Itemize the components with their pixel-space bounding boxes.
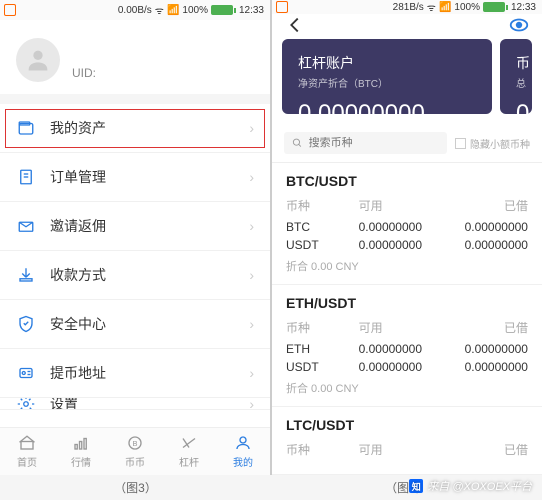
chevron-right-icon: › bbox=[249, 267, 254, 283]
top-bar bbox=[272, 14, 542, 39]
search-input[interactable] bbox=[309, 137, 439, 149]
asset-row: USDT0.000000000.00000000 bbox=[286, 238, 528, 252]
asset-pair: LTC/USDT bbox=[286, 417, 528, 433]
hide-small-toggle[interactable]: 隐藏小额币种 bbox=[455, 136, 530, 151]
invite-icon bbox=[16, 216, 36, 236]
asset-section[interactable]: LTC/USDT 币种可用已借 bbox=[272, 407, 542, 475]
profile-header[interactable]: UID: bbox=[0, 20, 270, 94]
phone-left: 0.00B/s ᯤ 📶 100% 12:33 UID: 我的资产 › 订单管理 bbox=[0, 0, 270, 475]
menu-item-settings[interactable]: 设置 › bbox=[0, 398, 270, 410]
card-subtitle: 净资产折合（BTC） bbox=[298, 75, 476, 90]
asset-header: 币种可用已借 bbox=[286, 441, 528, 458]
asset-row: USDT0.000000000.00000000 bbox=[286, 360, 528, 374]
payment-icon bbox=[16, 265, 36, 285]
asset-section[interactable]: ETH/USDT 币种可用已借 ETH0.000000000.00000000 U… bbox=[272, 285, 542, 407]
divider bbox=[0, 94, 270, 104]
asset-list: BTC/USDT 币种可用已借 BTC0.000000000.00000000 U… bbox=[272, 163, 542, 475]
coin-account-card[interactable]: 币 总 0 bbox=[500, 39, 532, 114]
menu-label: 设置 bbox=[50, 398, 249, 410]
svg-text:B: B bbox=[132, 439, 137, 448]
tab-4[interactable]: 我的 bbox=[216, 428, 270, 475]
profile-uid: UID: bbox=[72, 66, 96, 80]
order-icon bbox=[16, 167, 36, 187]
app-icon bbox=[276, 1, 288, 13]
tab-bar: 首页行情B币币杠杆我的 bbox=[0, 427, 270, 475]
asset-header: 币种可用已借 bbox=[286, 319, 528, 336]
asset-section[interactable]: BTC/USDT 币种可用已借 BTC0.000000000.00000000 U… bbox=[272, 163, 542, 285]
account-cards: 杠杆账户 净资产折合（BTC） 0.00000000 ≈0.00CNY 币 总 … bbox=[272, 39, 542, 124]
card-value: 0.00000000 bbox=[298, 100, 476, 124]
chevron-right-icon: › bbox=[249, 365, 254, 381]
menu-item-wallet[interactable]: 我的资产 › bbox=[0, 104, 270, 153]
leverage-account-card[interactable]: 杠杆账户 净资产折合（BTC） 0.00000000 ≈0.00CNY bbox=[282, 39, 492, 114]
battery-icon bbox=[211, 5, 236, 15]
signal-icon: 📶 bbox=[439, 2, 451, 13]
menu-label: 安全中心 bbox=[50, 314, 249, 334]
menu-label: 收款方式 bbox=[50, 265, 249, 285]
tab-3[interactable]: 杠杆 bbox=[162, 428, 216, 475]
shield-icon bbox=[16, 314, 36, 334]
search-box[interactable] bbox=[284, 132, 447, 154]
asset-fold: 折合 0.00 CNY bbox=[286, 258, 528, 274]
menu-label: 邀请返佣 bbox=[50, 216, 249, 236]
chevron-right-icon: › bbox=[249, 169, 254, 185]
asset-fold: 折合 0.00 CNY bbox=[286, 380, 528, 396]
chevron-right-icon: › bbox=[249, 316, 254, 332]
settings-icon bbox=[16, 398, 36, 410]
wifi-icon: ᯤ bbox=[155, 3, 164, 17]
status-bar: 0.00B/s ᯤ 📶 100% 12:33 bbox=[0, 0, 270, 20]
menu-item-payment[interactable]: 收款方式 › bbox=[0, 251, 270, 300]
zhihu-icon: 知 bbox=[409, 479, 423, 493]
menu-item-shield[interactable]: 安全中心 › bbox=[0, 300, 270, 349]
avatar bbox=[16, 38, 60, 82]
battery-percent: 100% bbox=[454, 2, 480, 13]
card-title: 杠杆账户 bbox=[298, 53, 476, 73]
tab-1[interactable]: 行情 bbox=[54, 428, 108, 475]
search-icon bbox=[292, 137, 303, 149]
phone-right: 281B/s ᯤ 📶 100% 12:33 杠杆账户 净资产折合（BTC） 0.… bbox=[272, 0, 542, 475]
menu-item-order[interactable]: 订单管理 › bbox=[0, 153, 270, 202]
chevron-right-icon: › bbox=[249, 218, 254, 234]
app-icon bbox=[4, 4, 16, 16]
battery-percent: 100% bbox=[182, 5, 208, 16]
tab-0[interactable]: 首页 bbox=[0, 428, 54, 475]
wifi-icon: ᯤ bbox=[427, 0, 436, 14]
asset-row: ETH0.000000000.00000000 bbox=[286, 342, 528, 356]
back-button[interactable] bbox=[284, 14, 306, 39]
asset-row: BTC0.000000000.00000000 bbox=[286, 220, 528, 234]
net-speed: 0.00B/s bbox=[118, 5, 152, 16]
asset-pair: ETH/USDT bbox=[286, 295, 528, 311]
menu-label: 我的资产 bbox=[50, 118, 249, 138]
visibility-toggle[interactable] bbox=[508, 14, 530, 39]
wallet-icon bbox=[16, 118, 36, 138]
menu-label: 提币地址 bbox=[50, 363, 249, 383]
address-icon bbox=[16, 363, 36, 383]
menu-item-invite[interactable]: 邀请返佣 › bbox=[0, 202, 270, 251]
clock: 12:33 bbox=[511, 2, 536, 13]
status-bar: 281B/s ᯤ 📶 100% 12:33 bbox=[272, 0, 542, 14]
battery-icon bbox=[483, 2, 508, 12]
menu-item-address[interactable]: 提币地址 › bbox=[0, 349, 270, 398]
signal-icon: 📶 bbox=[167, 5, 179, 16]
chevron-right-icon: › bbox=[249, 120, 254, 136]
chevron-right-icon: › bbox=[249, 398, 254, 410]
tab-2[interactable]: B币币 bbox=[108, 428, 162, 475]
net-speed: 281B/s bbox=[393, 2, 424, 13]
asset-pair: BTC/USDT bbox=[286, 173, 528, 189]
menu-list: 我的资产 › 订单管理 › 邀请返佣 › 收款方式 › 安全中心 › 提币地址 … bbox=[0, 104, 270, 427]
watermark: 知 来自 @XOXOEX平台 bbox=[409, 478, 532, 494]
profile-name bbox=[72, 40, 96, 62]
search-row: 隐藏小额币种 bbox=[272, 124, 542, 163]
menu-label: 订单管理 bbox=[50, 167, 249, 187]
asset-header: 币种可用已借 bbox=[286, 197, 528, 214]
caption-left: （图3） bbox=[0, 475, 271, 500]
checkbox-icon bbox=[455, 138, 466, 149]
clock: 12:33 bbox=[239, 5, 264, 16]
